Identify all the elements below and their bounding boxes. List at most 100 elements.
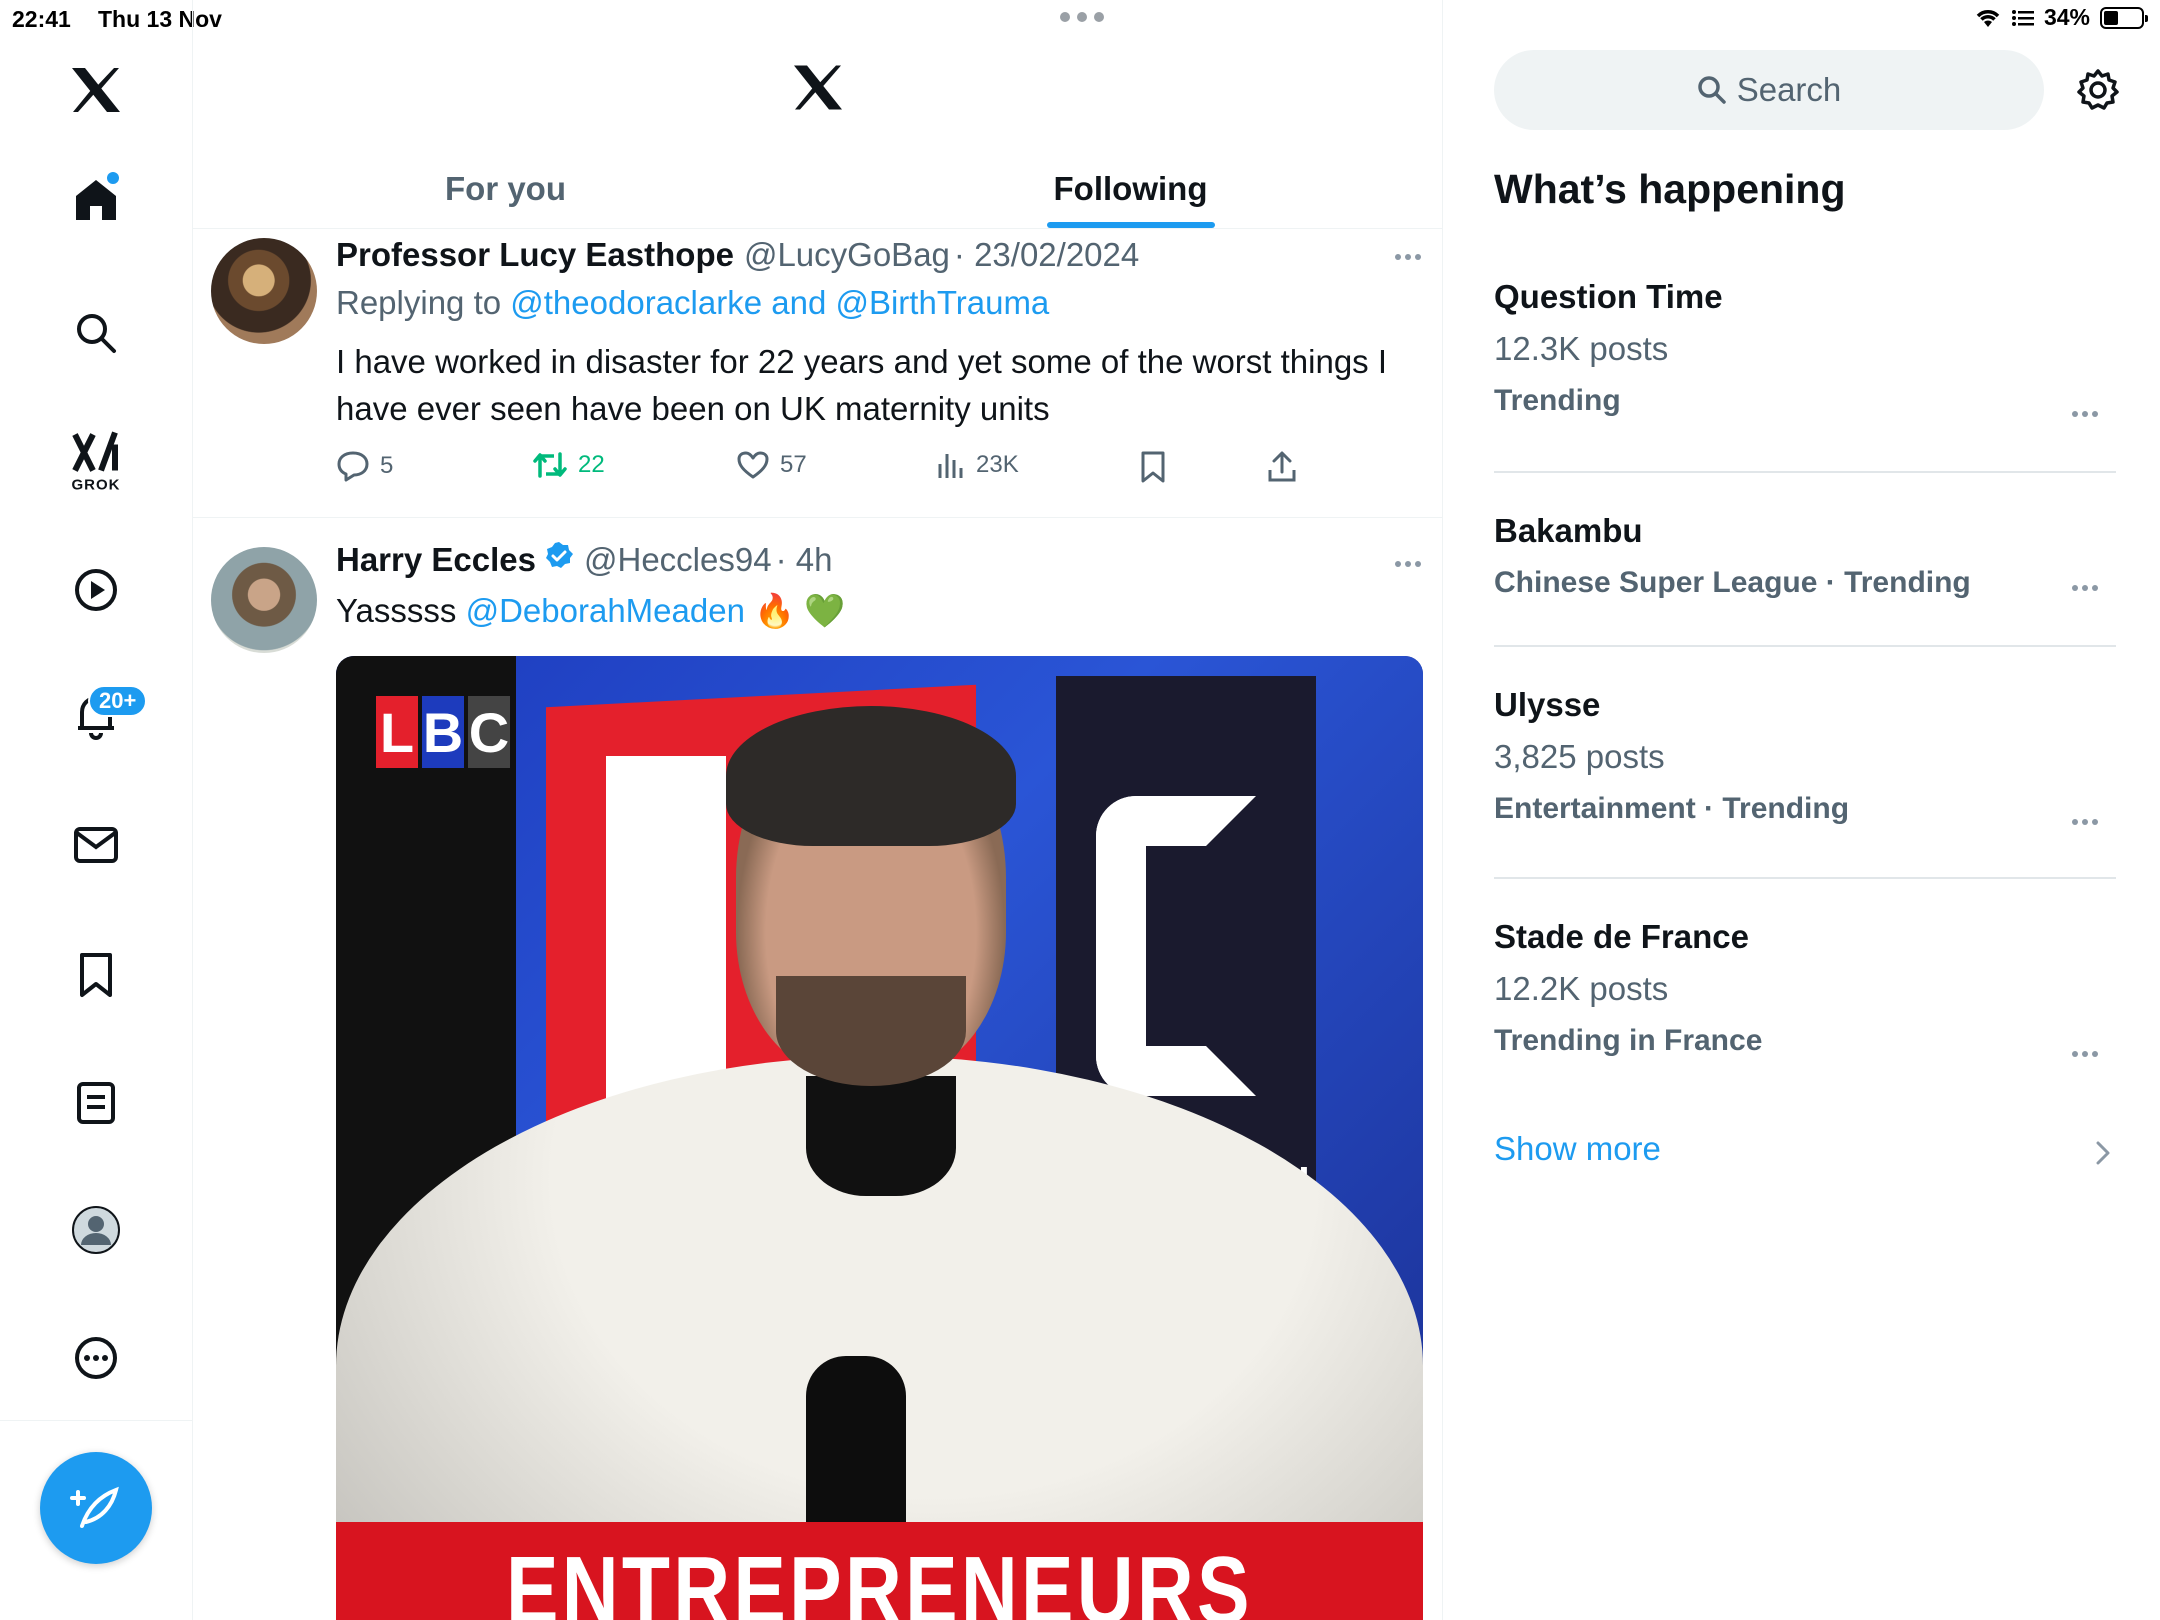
views-count: 23K — [976, 451, 1019, 478]
tweet-video-media[interactable]: L B C ON ENTREPRENEURS — [336, 656, 1423, 1620]
video-banner: ENTREPRENEURS — [336, 1522, 1423, 1620]
grok-icon — [72, 431, 118, 472]
trend-divider — [1494, 645, 2116, 647]
tweet-mention[interactable]: @DeborahMeaden — [466, 592, 745, 629]
repost-button[interactable]: 22 — [532, 450, 605, 480]
reply-button[interactable]: 5 — [336, 450, 393, 482]
tweet-author-name[interactable]: Professor Lucy Easthope — [336, 236, 734, 274]
repost-count: 22 — [578, 451, 605, 478]
x-header-logo-icon[interactable] — [792, 64, 844, 117]
trend-title: Bakambu — [1494, 512, 1643, 549]
video-icon[interactable] — [73, 567, 119, 613]
trend-item[interactable]: Bakambu Chinese Super League · Trending — [1494, 512, 2116, 600]
home-unread-dot — [107, 172, 119, 184]
tab-for-you[interactable]: For you — [193, 150, 818, 228]
nav-divider — [0, 1420, 193, 1421]
tab-following[interactable]: Following — [818, 150, 1443, 228]
like-button[interactable]: 57 — [736, 450, 807, 480]
trend-more-icon[interactable] — [2072, 411, 2098, 417]
replying-mentions[interactable]: @theodoraclarke and @BirthTrauma — [510, 284, 1049, 321]
grok-nav-item[interactable]: GROK — [71, 431, 121, 494]
share-button[interactable] — [1266, 450, 1298, 484]
tweet[interactable]: Professor Lucy Easthope @LucyGoBag · 23/… — [193, 230, 1443, 518]
show-more-link[interactable]: Show more — [1494, 1130, 1661, 1168]
compose-feather-icon — [70, 1486, 119, 1528]
tweet-more-icon[interactable] — [1395, 254, 1421, 260]
lbc-logo-letter: C — [468, 696, 510, 768]
compose-post-button[interactable] — [40, 1452, 152, 1564]
more-options-icon[interactable] — [73, 1335, 119, 1381]
reply-icon — [337, 451, 369, 482]
tweet[interactable]: Harry Eccles @Heccles94 · 4h Yasssss @De… — [193, 519, 1443, 1620]
trend-category: Chinese Super League · Trending — [1494, 566, 1971, 599]
reply-count: 5 — [380, 452, 394, 479]
active-tab-indicator — [1046, 222, 1215, 228]
grok-label: GROK — [71, 476, 121, 494]
tweet-actions: 5 22 57 23K — [336, 450, 1426, 490]
tweet-more-icon[interactable] — [1395, 561, 1421, 567]
messages-icon[interactable] — [73, 825, 119, 865]
profile-avatar-icon[interactable] — [71, 1205, 121, 1255]
main-timeline: For you Following Professor Lucy Easthop… — [193, 0, 1443, 1620]
trend-category: Trending — [1494, 384, 1621, 417]
trend-category: Entertainment · Trending — [1494, 792, 1850, 825]
whats-happening-heading: What’s happening — [1494, 166, 1846, 212]
trend-category: Trending in France — [1494, 1024, 1763, 1057]
tweet-text-line: have ever seen have been on UK maternity… — [336, 390, 1050, 427]
tweet-author-handle[interactable]: @LucyGoBag — [744, 236, 950, 274]
replying-prefix: Replying to — [336, 284, 511, 321]
trend-divider — [1494, 877, 2116, 879]
replying-to: Replying to @theodoraclarke and @BirthTr… — [336, 284, 1049, 322]
trend-divider — [1494, 471, 2116, 473]
like-count: 57 — [780, 451, 807, 478]
share-icon — [1268, 451, 1296, 482]
avatar[interactable] — [211, 238, 317, 344]
trend-title: Question Time — [1494, 278, 1723, 315]
trend-more-icon[interactable] — [2072, 819, 2098, 825]
tweet-author-name[interactable]: Harry Eccles — [336, 541, 536, 579]
chevron-right-icon[interactable] — [2094, 1140, 2112, 1171]
tweet-text: I have worked in disaster for 22 years a… — [336, 338, 1426, 432]
heart-icon — [737, 451, 769, 479]
views-button[interactable]: 23K — [936, 450, 1019, 480]
bookmarks-icon[interactable] — [77, 952, 115, 998]
tab-following-label: Following — [1053, 170, 1208, 207]
lbc-logo-letter: B — [422, 696, 464, 768]
x-logo-icon[interactable] — [70, 66, 122, 114]
trend-title: Stade de France — [1494, 918, 1749, 955]
trend-item[interactable]: Ulysse 3,825 posts Entertainment · Trend… — [1494, 686, 2116, 826]
lists-icon[interactable] — [76, 1081, 116, 1125]
tweet-text-line: I have worked in disaster for 22 years a… — [336, 343, 1388, 380]
bookmark-icon — [1141, 451, 1165, 483]
trend-posts: 12.2K posts — [1494, 970, 1669, 1007]
repost-icon — [533, 452, 567, 478]
trend-more-icon[interactable] — [2072, 1051, 2098, 1057]
search-input[interactable]: Search — [1494, 50, 2044, 130]
lbc-logo: L B C — [376, 696, 510, 768]
trend-item[interactable]: Stade de France 12.2K posts Trending in … — [1494, 918, 2116, 1058]
tweet-timestamp[interactable]: · 23/02/2024 — [954, 236, 1139, 274]
tweet-author-handle[interactable]: @Heccles94 — [584, 541, 772, 579]
search-nav-icon[interactable] — [74, 311, 118, 355]
lbc-logo-letter: L — [376, 696, 418, 768]
avatar[interactable] — [211, 547, 317, 653]
trend-posts: 12.3K posts — [1494, 330, 1669, 367]
tweet-text: Yasssss @DeborahMeaden 🔥 💚 — [336, 587, 1426, 634]
trend-more-icon[interactable] — [2072, 585, 2098, 591]
video-banner-text: ENTREPRENEURS — [506, 1537, 1253, 1620]
left-navigation: GROK 20+ — [0, 0, 193, 1620]
tab-for-you-label: For you — [445, 170, 566, 207]
trend-posts: 3,825 posts — [1494, 738, 1665, 775]
microphone — [806, 1356, 906, 1536]
trend-item[interactable]: Question Time 12.3K posts Trending — [1494, 278, 2116, 418]
views-icon — [938, 454, 963, 478]
timeline-tabs: For you Following — [193, 150, 1443, 229]
right-sidebar: Search What’s happening Question Time 12… — [1444, 0, 2160, 1620]
search-icon — [1697, 76, 1726, 104]
verified-badge-icon — [544, 541, 574, 579]
search-placeholder: Search — [1736, 71, 1842, 108]
tweet-timestamp[interactable]: · 4h — [776, 541, 833, 579]
bookmark-button[interactable] — [1139, 450, 1167, 484]
settings-gear-icon[interactable] — [2076, 68, 2120, 117]
tweet-emoji: 🔥 💚 — [754, 592, 846, 629]
